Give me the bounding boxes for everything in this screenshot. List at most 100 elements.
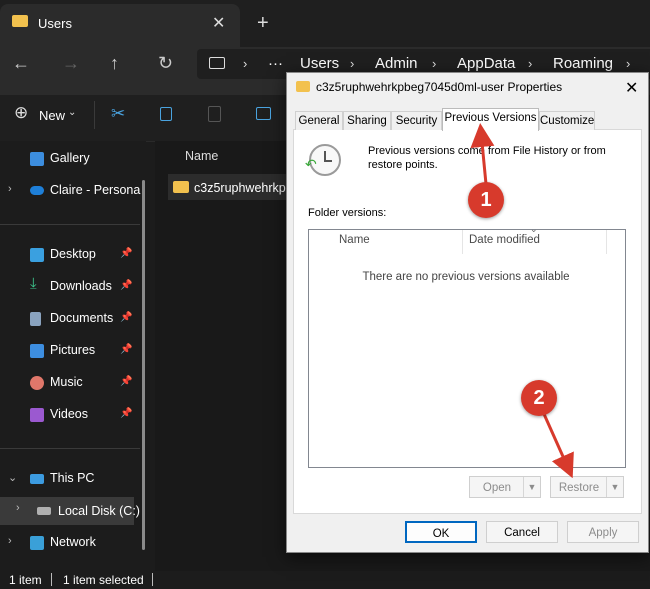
pin-icon: 📌 <box>120 312 133 323</box>
annotation-badge-2: 2 <box>521 380 557 416</box>
chevron-down-icon[interactable]: ⌄ <box>8 471 17 484</box>
chevron-right-icon: › <box>243 56 248 71</box>
status-separator <box>152 573 153 586</box>
new-tab-icon[interactable]: + <box>257 12 269 35</box>
desktop-icon <box>30 248 44 262</box>
sidebar-item-label: Videos <box>50 407 88 421</box>
restore-label: Restore <box>558 482 600 494</box>
sidebar-item-label: Downloads <box>50 279 112 293</box>
breadcrumb-admin[interactable]: Admin <box>375 55 418 72</box>
sidebar-item-videos[interactable]: Videos 📌 <box>0 402 140 428</box>
sidebar-item-label: Network <box>50 535 96 549</box>
chevron-right-icon[interactable]: › <box>8 183 12 195</box>
music-icon <box>30 376 44 390</box>
copy-icon[interactable] <box>160 107 172 121</box>
pin-icon: 📌 <box>120 248 133 259</box>
monitor-icon <box>209 57 225 69</box>
tab-close-icon[interactable]: ✕ <box>212 13 225 33</box>
new-button[interactable]: ⊕ New ⌄ <box>14 103 84 126</box>
sidebar-scrollbar[interactable] <box>142 180 145 550</box>
tab-customize[interactable]: Customize <box>539 111 595 130</box>
sidebar-item-downloads[interactable]: ⤓ Downloads 📌 <box>0 274 140 300</box>
sidebar-item-pictures[interactable]: Pictures 📌 <box>0 338 140 364</box>
chevron-right-icon[interactable]: › <box>8 535 12 547</box>
sidebar-item-label: Music <box>50 375 83 389</box>
tab-general[interactable]: General <box>295 111 343 130</box>
rename-icon[interactable] <box>256 107 271 120</box>
cancel-button[interactable]: Cancel <box>486 521 558 543</box>
sidebar-item-onedrive[interactable]: › Claire - Persona <box>0 178 140 204</box>
sidebar-divider <box>0 224 140 225</box>
back-icon[interactable]: ← <box>12 53 30 74</box>
tab-security[interactable]: Security <box>391 111 442 130</box>
folder-icon <box>296 81 310 92</box>
forward-icon[interactable]: → <box>62 53 80 74</box>
pin-icon: 📌 <box>120 344 133 355</box>
item-count: 1 item <box>9 573 42 587</box>
drive-icon <box>37 507 51 515</box>
paste-icon[interactable] <box>208 106 221 122</box>
selected-count: 1 item selected <box>63 573 144 587</box>
document-icon <box>30 312 41 326</box>
folder-versions-label: Folder versions: <box>308 207 387 219</box>
chevron-right-icon: › <box>350 56 355 71</box>
sidebar-item-local-disk[interactable]: › Local Disk (C:) <box>0 497 140 525</box>
refresh-icon[interactable]: ↻ <box>158 53 173 74</box>
folder-icon <box>12 15 28 27</box>
empty-message: There are no previous versions available <box>362 271 570 283</box>
open-button[interactable]: Open ▼ <box>469 476 541 498</box>
sidebar-item-label: Desktop <box>50 247 96 261</box>
column-header-date-modified[interactable]: Date modified <box>469 234 540 246</box>
sidebar-item-network[interactable]: › Network <box>0 530 140 556</box>
videos-icon <box>30 408 44 422</box>
computer-icon <box>30 474 44 484</box>
tab-title: Users <box>38 16 72 31</box>
pin-icon: 📌 <box>120 408 133 419</box>
address-overflow[interactable]: ··· <box>268 55 283 72</box>
chevron-down-icon: ⌄ <box>68 107 77 118</box>
column-header-name[interactable]: Name <box>339 234 370 246</box>
plus-icon: ⊕ <box>14 103 29 122</box>
up-icon[interactable]: ↑ <box>110 53 119 74</box>
tab-previous-versions[interactable]: Previous Versions <box>442 108 539 131</box>
restore-button[interactable]: Restore ▼ <box>550 476 624 498</box>
tab-users[interactable] <box>0 4 240 47</box>
column-separator <box>462 230 463 254</box>
sidebar-item-label: Claire - Persona <box>50 183 141 197</box>
pin-icon: 📌 <box>120 280 133 291</box>
annotation-badge-1: 1 <box>468 182 504 218</box>
folder-icon <box>173 181 189 193</box>
breadcrumb-appdata[interactable]: AppData <box>457 55 515 72</box>
sidebar-item-music[interactable]: Music 📌 <box>0 370 140 396</box>
previous-versions-info: Previous versions come from File History… <box>368 145 606 171</box>
sidebar-item-label: Pictures <box>50 343 96 357</box>
download-icon: ⤓ <box>30 275 37 292</box>
chevron-down-icon[interactable]: ▼ <box>523 477 540 497</box>
ok-button[interactable]: OK <box>405 521 477 543</box>
chevron-right-icon: › <box>528 56 533 71</box>
column-separator <box>606 230 607 254</box>
new-label: New <box>39 108 66 123</box>
chevron-right-icon: › <box>432 56 437 71</box>
sidebar-divider <box>0 448 140 449</box>
tab-sharing[interactable]: Sharing <box>343 111 391 130</box>
breadcrumb-roaming[interactable]: Roaming <box>553 55 613 72</box>
sidebar-item-label: Gallery <box>50 151 90 165</box>
sidebar-item-label: This PC <box>50 471 95 485</box>
sidebar-item-desktop[interactable]: Desktop 📌 <box>0 242 140 268</box>
apply-button[interactable]: Apply <box>567 521 639 543</box>
column-header-name[interactable]: Name <box>185 149 218 163</box>
gallery-icon <box>30 152 44 166</box>
sidebar-item-label: Documents <box>50 311 114 325</box>
close-icon[interactable]: ✕ <box>625 78 638 98</box>
chevron-right-icon[interactable]: › <box>16 502 20 514</box>
cut-icon[interactable]: ✂ <box>111 104 125 124</box>
versions-list[interactable] <box>308 229 626 468</box>
sidebar-item-documents[interactable]: Documents 📌 <box>0 306 140 332</box>
breadcrumb-users[interactable]: Users <box>300 55 339 72</box>
sidebar-item-this-pc[interactable]: ⌄ This PC <box>0 466 140 492</box>
restore-history-icon: ↶ <box>305 144 341 176</box>
cloud-icon <box>30 186 44 195</box>
sidebar-item-gallery[interactable]: Gallery <box>0 146 140 172</box>
chevron-down-icon[interactable]: ▼ <box>606 477 623 497</box>
